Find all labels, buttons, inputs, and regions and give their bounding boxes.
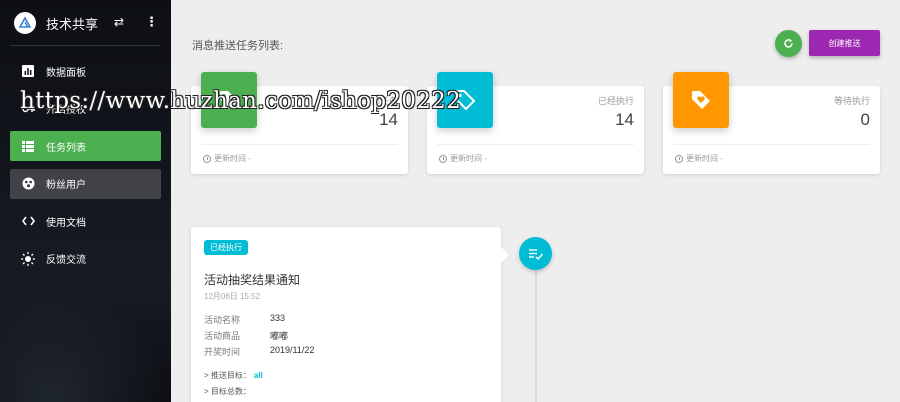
watermark-text: https://www.huzhan.com/ishop20222	[20, 88, 462, 114]
bar-chart-icon	[20, 64, 36, 78]
more-vertical-icon[interactable]: ⋮	[145, 14, 158, 30]
timeline-line	[535, 268, 537, 402]
brand-logo-icon[interactable]	[14, 12, 36, 34]
task-detail-row: 开奖时间 2019/11/22	[204, 345, 314, 361]
stat-divider	[437, 144, 634, 145]
sidebar-item-label: 粉丝用户	[46, 180, 86, 191]
sidebar-item-label: 反馈交流	[46, 255, 86, 266]
stat-divider	[201, 144, 398, 145]
stat-updated-text: 更新时间 -	[450, 154, 487, 163]
sidebar-item-dashboard[interactable]: 数据面板	[10, 56, 161, 86]
clock-icon	[439, 154, 447, 163]
tag-heart-icon	[673, 72, 729, 128]
sidebar-item-fans[interactable]: 粉丝用户	[10, 168, 161, 199]
sidebar-item-docs[interactable]: 使用文档	[10, 206, 161, 236]
sidebar-divider	[10, 45, 161, 46]
clock-icon	[675, 154, 683, 163]
page-title: 消息推送任务列表:	[192, 40, 284, 52]
list-icon	[20, 139, 36, 153]
group-icon	[20, 177, 36, 191]
push-target-label: > 推送目标：	[204, 371, 251, 380]
playlist-check-icon	[528, 248, 543, 260]
sidebar-item-tasks[interactable]: 任务列表	[10, 131, 161, 161]
create-push-button[interactable]: 创建推送	[809, 30, 880, 56]
stat-footer: 更新时间 -	[203, 153, 251, 164]
task-title: 活动抽奖结果通知	[204, 273, 301, 287]
brand-title: 技术共享	[46, 16, 99, 32]
main-content: 消息推送任务列表: 创建推送 全部任务 14 更新时间 - 已经执行 14 更新…	[171, 0, 900, 402]
stat-value: 14	[615, 110, 634, 129]
code-icon	[20, 214, 36, 228]
detail-value: 333	[270, 313, 286, 323]
stat-value: 0	[860, 110, 870, 129]
detail-key: 活动名称	[204, 315, 241, 325]
stat-footer: 更新时间 -	[439, 153, 487, 164]
push-target: > 推送目标： all	[204, 370, 263, 381]
clock-icon	[203, 154, 211, 163]
swap-icon[interactable]: ⇄	[114, 15, 124, 29]
refresh-button[interactable]	[775, 30, 802, 57]
refresh-icon	[784, 39, 793, 48]
sidebar-item-label: 任务列表	[46, 142, 86, 154]
task-details: 活动名称 333 活动商品 嘟嘟 开奖时间 2019/11/22	[204, 313, 314, 361]
task-time: 12月06日 15:52	[204, 292, 261, 301]
sidebar-item-label: 数据面板	[46, 67, 86, 79]
timeline-marker	[519, 237, 552, 270]
detail-key: 开奖时间	[204, 347, 241, 357]
stat-footer: 更新时间 -	[675, 153, 723, 164]
task-detail-row: 活动商品 嘟嘟	[204, 329, 314, 345]
sidebar-item-feedback[interactable]: 反馈交流	[10, 244, 161, 274]
stat-updated-text: 更新时间 -	[686, 154, 723, 163]
target-count: > 目标总数：	[204, 387, 251, 396]
detail-key: 活动商品	[204, 331, 241, 341]
sun-icon	[20, 251, 36, 266]
sidebar: 技术共享 ⇄ ⋮ 数据面板 开启授权 任务列表 粉丝用户 使用文档 反馈交流	[0, 0, 171, 402]
detail-value: 2019/11/22	[270, 345, 315, 355]
stat-updated-text: 更新时间 -	[214, 154, 251, 163]
sidebar-item-label: 使用文档	[46, 217, 86, 229]
stat-card-pending: 等待执行 0 更新时间 -	[663, 72, 880, 174]
task-card[interactable]: 已经执行 活动抽奖结果通知 12月06日 15:52 活动名称 333 活动商品…	[191, 227, 509, 402]
stat-divider	[673, 144, 870, 145]
detail-value: 嘟嘟	[270, 331, 289, 341]
status-badge: 已经执行	[204, 240, 248, 255]
stat-label: 已经执行	[597, 96, 634, 106]
stat-label: 等待执行	[833, 96, 870, 106]
push-target-value: all	[253, 371, 263, 380]
task-detail-row: 活动名称 333	[204, 313, 314, 329]
